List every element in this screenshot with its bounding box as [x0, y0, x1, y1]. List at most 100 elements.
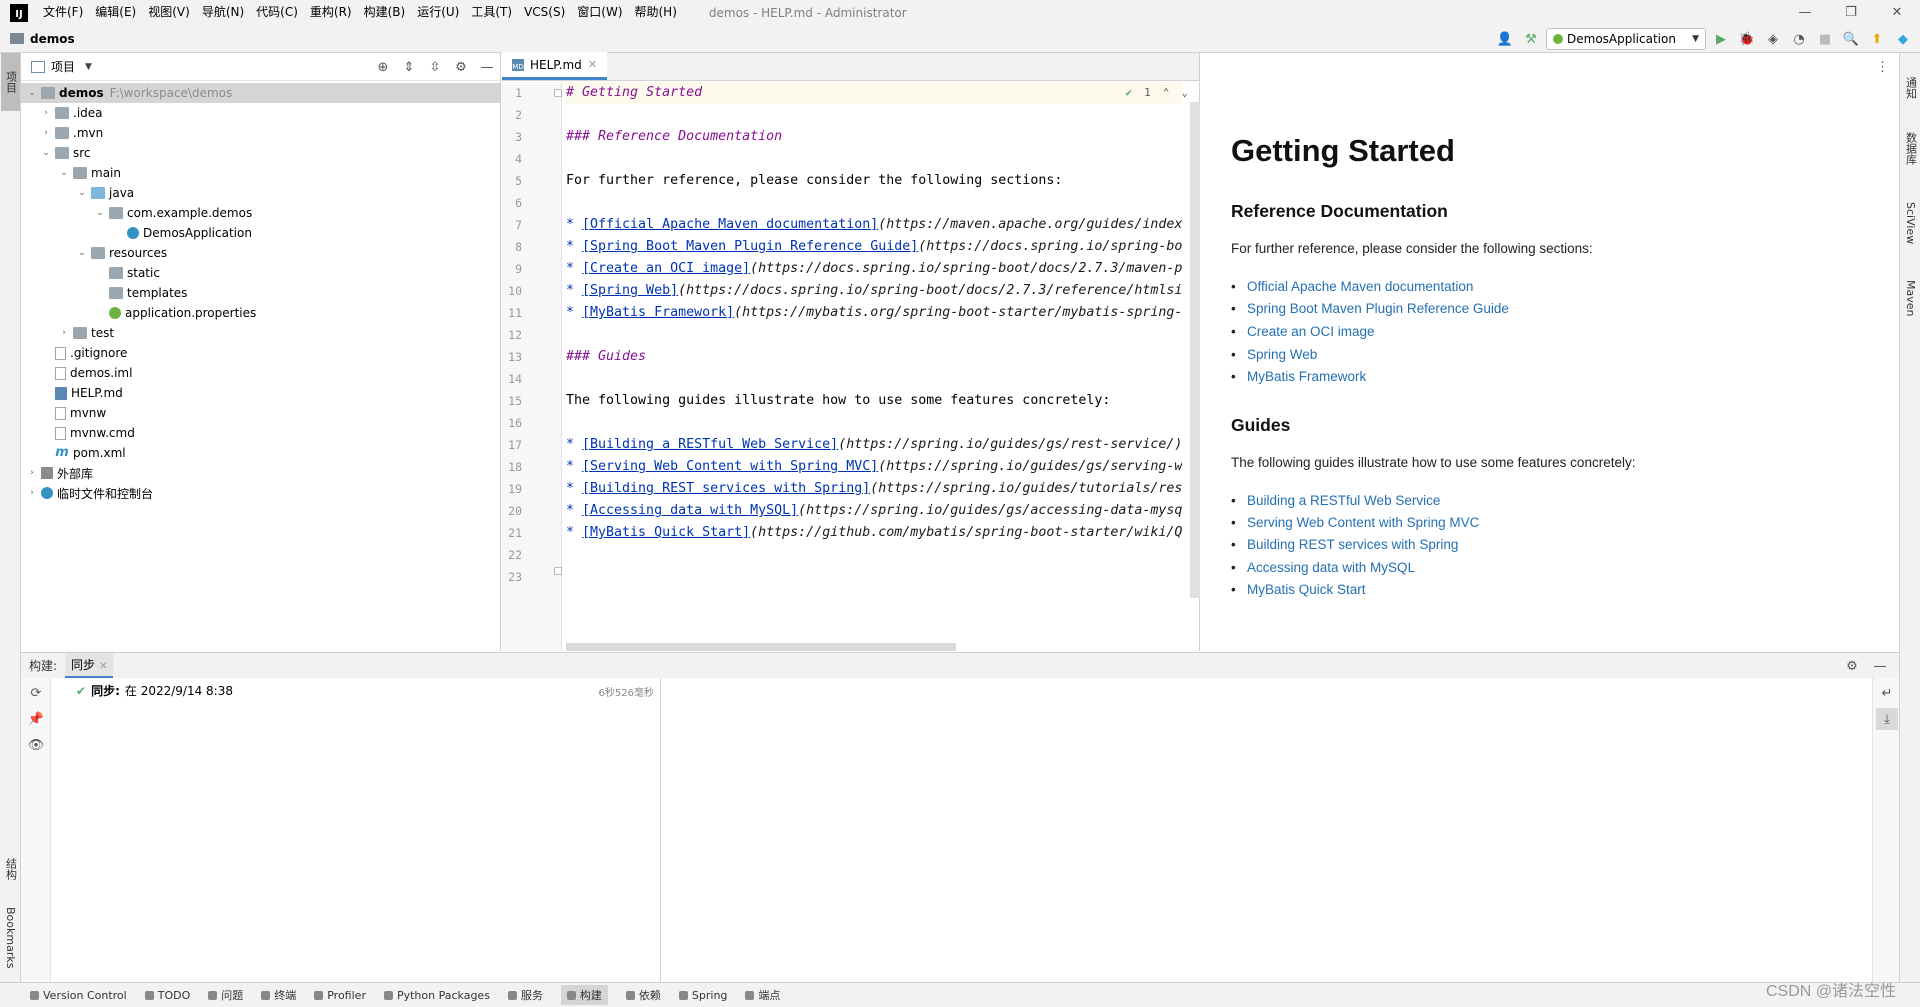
tree-item[interactable]: ⌄ demos F:\workspace\demos — [21, 83, 500, 103]
tool-build[interactable]: 构建 — [560, 985, 608, 1005]
tree-item[interactable]: static — [21, 263, 500, 283]
menu-tools[interactable]: 工具(T) — [465, 0, 518, 25]
preview-link[interactable]: Building REST services with Spring — [1231, 537, 1458, 552]
chevron-right-icon[interactable]: › — [25, 488, 39, 498]
menu-help[interactable]: 帮助(H) — [629, 0, 683, 25]
build-sync-row[interactable]: ✔ 同步: 在 2022/9/14 8:38 — [76, 682, 233, 699]
run-icon[interactable]: ▶ — [1710, 28, 1732, 50]
preview-link[interactable]: Building a RESTful Web Service — [1231, 493, 1440, 508]
tool-tab-project[interactable]: 项目 — [1, 53, 20, 111]
tool-tab-database[interactable]: 数据库 — [1901, 118, 1920, 178]
tree-item[interactable]: DemosApplication — [21, 223, 500, 243]
code-with-me-icon[interactable]: ◆ — [1892, 28, 1914, 50]
tree-item[interactable]: demos.iml — [21, 363, 500, 383]
locate-icon[interactable]: ⊕ — [372, 56, 394, 78]
menu-code[interactable]: 代码(C) — [250, 0, 304, 25]
vertical-scrollbar[interactable] — [1190, 102, 1200, 598]
menu-navigate[interactable]: 导航(N) — [196, 0, 250, 25]
project-panel-title[interactable]: 项目 — [51, 58, 75, 75]
run-config-selector[interactable]: DemosApplication ▼ — [1546, 28, 1706, 50]
chevron-down-icon[interactable]: ⌄ — [25, 88, 39, 98]
menu-build[interactable]: 构建(B) — [358, 0, 412, 25]
eye-icon[interactable]: 👁 — [25, 734, 47, 756]
preview-link[interactable]: MyBatis Quick Start — [1231, 582, 1365, 597]
menu-view[interactable]: 视图(V) — [142, 0, 196, 25]
tool-spring[interactable]: Spring — [678, 989, 727, 1002]
menu-vcs[interactable]: VCS(S) — [518, 0, 571, 25]
tree-item[interactable]: › .idea — [21, 103, 500, 123]
tool-tab-maven[interactable]: Maven — [1901, 268, 1920, 328]
tree-item[interactable]: ⌄ src — [21, 143, 500, 163]
tool-profiler[interactable]: Profiler — [314, 989, 366, 1002]
breadcrumb[interactable]: demos — [30, 32, 75, 46]
md-link[interactable]: [Spring Boot Maven Plugin Reference Guid… — [582, 239, 918, 254]
tool-version-control[interactable]: Version Control — [30, 989, 127, 1002]
tree-item[interactable]: .gitignore — [21, 343, 500, 363]
close-icon[interactable]: ✕ — [99, 661, 107, 672]
tree-item[interactable]: mvnw.cmd — [21, 423, 500, 443]
inspection-widget[interactable]: ✔ 1 ⌃ ⌄ — [1126, 86, 1189, 99]
menu-window[interactable]: 窗口(W) — [571, 0, 628, 25]
tree-item[interactable]: m pom.xml — [21, 443, 500, 463]
menu-edit[interactable]: 编辑(E) — [89, 0, 142, 25]
user-icon[interactable]: 👤 — [1494, 28, 1516, 50]
tool-python-packages[interactable]: Python Packages — [383, 989, 490, 1002]
md-link[interactable]: [Building a RESTful Web Service] — [582, 437, 838, 452]
tree-item[interactable]: ⌄ java — [21, 183, 500, 203]
tree-item[interactable]: › .mvn — [21, 123, 500, 143]
build-hammer-icon[interactable]: ⚒ — [1520, 28, 1542, 50]
tool-tab-notifications[interactable]: 通知 — [1901, 63, 1920, 113]
tool-terminal[interactable]: 终端 — [261, 987, 296, 1003]
chevron-right-icon[interactable]: › — [39, 108, 53, 118]
close-icon[interactable]: ✕ — [588, 58, 597, 71]
coverage-icon[interactable]: ◈ — [1762, 28, 1784, 50]
tree-item[interactable]: ⌄ resources — [21, 243, 500, 263]
tree-item[interactable]: mvnw — [21, 403, 500, 423]
tool-todo[interactable]: TODO — [144, 989, 190, 1002]
chevron-down-icon[interactable]: ▼ — [85, 62, 92, 72]
md-link[interactable]: [MyBatis Framework] — [582, 305, 734, 320]
minimize-icon[interactable]: — — [1782, 0, 1828, 25]
preview-link[interactable]: Official Apache Maven documentation — [1231, 279, 1473, 294]
preview-link[interactable]: Create an OCI image — [1231, 324, 1375, 339]
refresh-icon[interactable]: ⟳ — [25, 682, 47, 704]
search-icon[interactable]: 🔍 — [1840, 28, 1862, 50]
tab-help-md[interactable]: MD HELP.md ✕ — [502, 52, 607, 80]
tool-tab-bookmarks[interactable]: Bookmarks — [1, 898, 20, 978]
scroll-to-end-icon[interactable]: ⤓ — [1876, 708, 1898, 730]
profile-icon[interactable]: ◔ — [1788, 28, 1810, 50]
tab-sync[interactable]: 同步 ✕ — [65, 653, 114, 678]
menu-refactor[interactable]: 重构(R) — [304, 0, 358, 25]
md-link[interactable]: [Spring Web] — [582, 283, 678, 298]
gear-icon[interactable]: ⚙ — [1841, 655, 1863, 677]
tree-item[interactable]: templates — [21, 283, 500, 303]
expand-all-icon[interactable]: ⇕ — [398, 56, 420, 78]
preview-link[interactable]: Serving Web Content with Spring MVC — [1231, 515, 1479, 530]
chevron-down-icon[interactable]: ⌄ — [39, 148, 53, 158]
menu-file[interactable]: 文件(F) — [37, 0, 89, 25]
hide-icon[interactable]: — — [1869, 655, 1891, 677]
md-link[interactable]: [MyBatis Quick Start] — [582, 525, 750, 540]
preview-link[interactable]: MyBatis Framework — [1231, 369, 1366, 384]
stop-icon[interactable]: ■ — [1814, 28, 1836, 50]
chevron-right-icon[interactable]: › — [25, 468, 39, 478]
chevron-right-icon[interactable]: › — [57, 328, 71, 338]
tree-item[interactable]: application.properties — [21, 303, 500, 323]
md-link[interactable]: [Official Apache Maven documentation] — [582, 217, 878, 232]
tree-item[interactable]: › 临时文件和控制台 — [21, 483, 500, 503]
tree-item[interactable]: ⌄ main — [21, 163, 500, 183]
close-icon[interactable]: ✕ — [1874, 0, 1920, 25]
restore-icon[interactable]: ❐ — [1828, 0, 1874, 25]
more-icon[interactable]: ⋮ — [1876, 59, 1889, 75]
chevron-down-icon[interactable]: ⌄ — [1181, 86, 1188, 99]
tool-problems[interactable]: 问题 — [208, 987, 243, 1003]
chevron-down-icon[interactable]: ⌄ — [57, 168, 71, 178]
debug-icon[interactable]: 🐞 — [1736, 28, 1758, 50]
chevron-down-icon[interactable]: ⌄ — [75, 248, 89, 258]
hide-icon[interactable]: — — [476, 56, 498, 78]
tool-tab-sciview[interactable]: SciView — [1901, 188, 1920, 258]
chevron-up-icon[interactable]: ⌃ — [1163, 86, 1170, 99]
tree-item[interactable]: ⌄ com.example.demos — [21, 203, 500, 223]
collapse-all-icon[interactable]: ⇳ — [424, 56, 446, 78]
tool-endpoints[interactable]: 端点 — [745, 987, 780, 1003]
